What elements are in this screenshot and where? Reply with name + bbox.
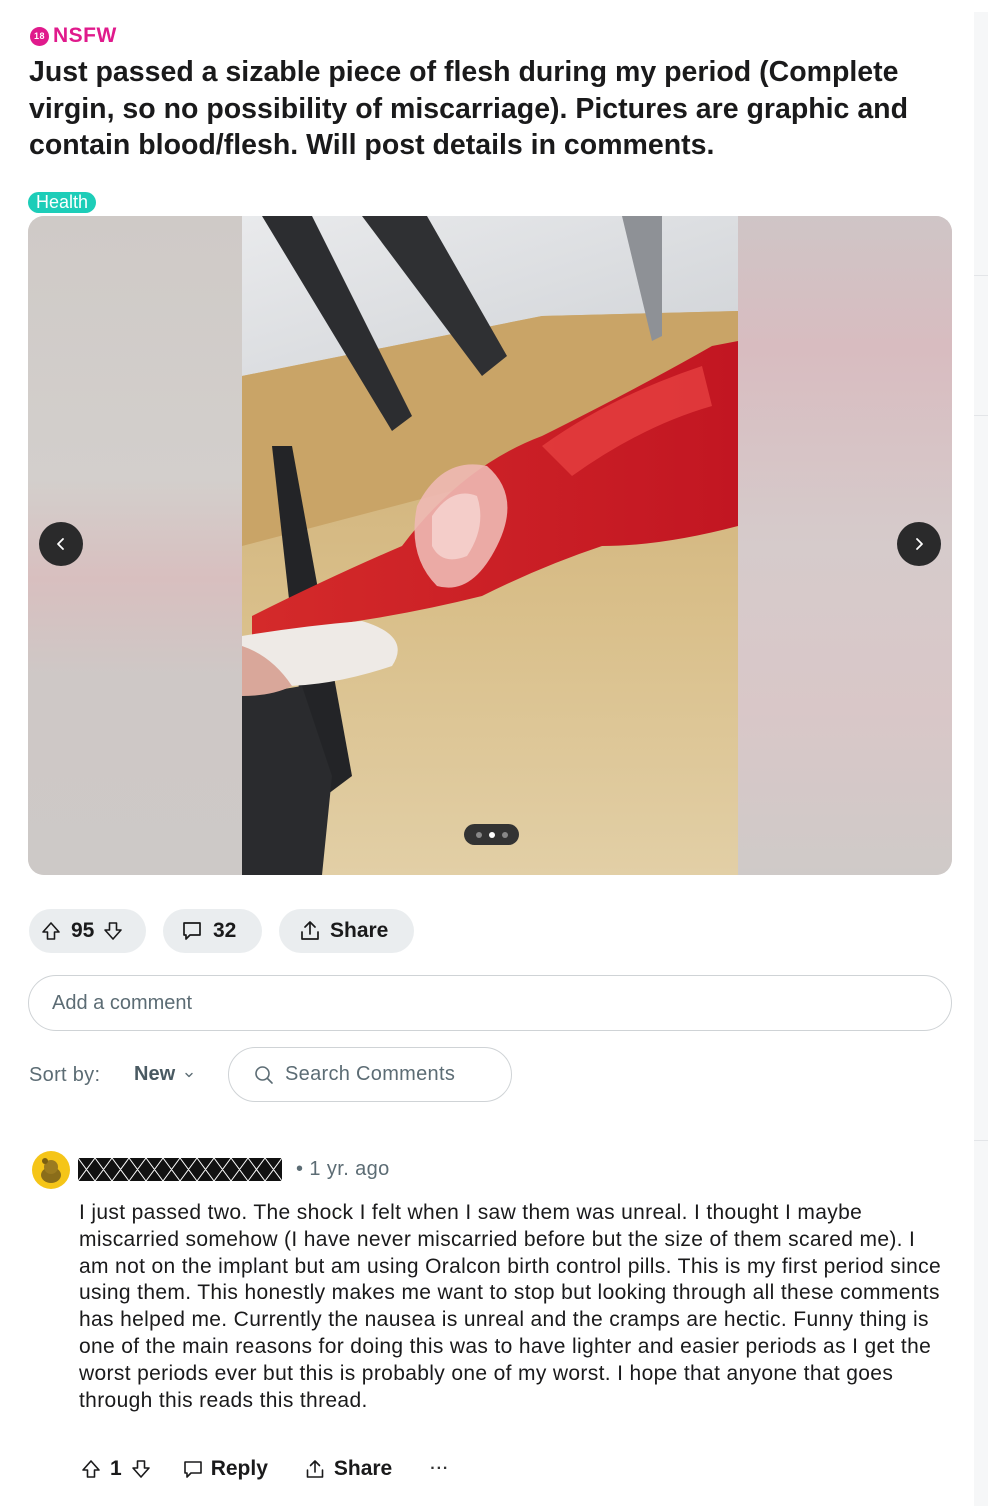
comment-action-bar: 1 Reply Share ··· <box>80 1455 449 1483</box>
share-icon <box>301 921 319 940</box>
sidebar-divider <box>974 275 988 276</box>
search-comments-input[interactable]: Search Comments <box>228 1047 512 1102</box>
comment-share-label: Share <box>333 1457 393 1480</box>
upvote-icon[interactable] <box>40 920 62 942</box>
comments-count: 32 <box>213 919 237 942</box>
comment-bubble-icon <box>183 922 201 940</box>
comment-share-button[interactable]: Share <box>304 1457 392 1481</box>
redacted-username <box>78 1158 282 1181</box>
chevron-right-icon <box>916 538 923 550</box>
avatar[interactable] <box>32 1151 70 1189</box>
more-options-button[interactable]: ··· <box>430 1460 449 1478</box>
comment-timestamp: • 1 yr. ago <box>296 1158 390 1180</box>
comment-vote: 1 <box>80 1457 152 1481</box>
share-button[interactable]: Share <box>279 909 414 953</box>
nsfw-tag: 18 NSFW <box>30 24 117 48</box>
gallery-dot-active <box>488 831 495 838</box>
reply-bubble-icon <box>183 1461 202 1478</box>
upvote-icon[interactable] <box>80 1458 102 1480</box>
sort-value: New <box>134 1063 176 1085</box>
add-comment-placeholder: Add a comment <box>52 991 193 1014</box>
comments-button[interactable]: 32 <box>163 909 262 953</box>
search-comments-placeholder: Search Comments <box>285 1063 456 1085</box>
chevron-down-icon <box>185 1072 193 1077</box>
comment-vote-count: 1 <box>110 1457 122 1480</box>
reply-label: Reply <box>210 1457 268 1480</box>
downvote-icon[interactable] <box>102 920 124 942</box>
comment-body: I just passed two. The shock I felt when… <box>79 1201 942 1412</box>
gallery-pagination <box>464 824 519 845</box>
nsfw-label: NSFW <box>53 24 117 47</box>
gallery-dot <box>501 831 508 838</box>
nsfw-18-icon: 18 <box>30 26 49 46</box>
sort-dropdown[interactable]: New <box>134 1063 195 1086</box>
sidebar-divider <box>974 415 988 416</box>
image-gallery[interactable] <box>28 216 952 875</box>
right-sidebar-edge <box>974 12 988 1506</box>
downvote-icon[interactable] <box>130 1458 152 1480</box>
gallery-next-button[interactable] <box>897 522 941 566</box>
add-comment-input[interactable]: Add a comment <box>28 975 952 1031</box>
sort-label: Sort by: <box>29 1064 101 1086</box>
snoo-avatar-icon <box>41 1158 61 1183</box>
share-label: Share <box>330 919 389 942</box>
redaction-pattern <box>78 1158 282 1181</box>
post-title: Just passed a sizable piece of flesh dur… <box>29 56 908 161</box>
chevron-left-icon <box>57 538 64 550</box>
gallery-image[interactable] <box>242 216 738 875</box>
gallery-dot <box>475 831 482 838</box>
post-flair[interactable]: Health <box>28 192 97 213</box>
reply-button[interactable]: Reply <box>182 1457 268 1481</box>
gallery-previous-button[interactable] <box>39 522 83 566</box>
post-vote-bar: 95 <box>29 909 146 953</box>
post-photo <box>242 216 738 875</box>
sidebar-divider <box>974 1140 988 1141</box>
search-icon <box>255 1065 273 1084</box>
post-vote-count: 95 <box>71 919 95 942</box>
share-icon <box>306 1460 324 1478</box>
